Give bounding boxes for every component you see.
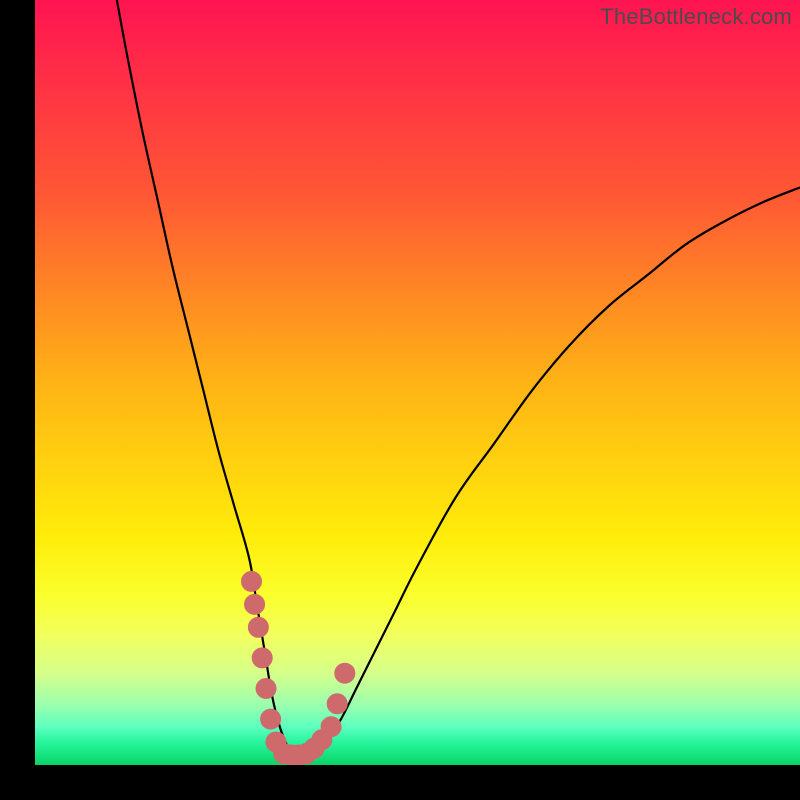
curve-marker xyxy=(335,663,355,683)
chart-svg xyxy=(35,0,800,765)
curve-marker xyxy=(256,679,276,699)
curve-markers xyxy=(242,571,355,765)
curve-marker xyxy=(261,709,281,729)
bottleneck-curve-path xyxy=(117,0,800,754)
curve-marker xyxy=(248,617,268,637)
plot-area: TheBottleneck.com xyxy=(35,0,800,765)
curve-marker xyxy=(321,717,341,737)
curve-marker xyxy=(327,694,347,714)
chart-frame: TheBottleneck.com xyxy=(0,0,800,800)
curve-marker xyxy=(252,648,272,668)
curve-marker xyxy=(242,571,262,591)
curve-marker xyxy=(245,594,265,614)
